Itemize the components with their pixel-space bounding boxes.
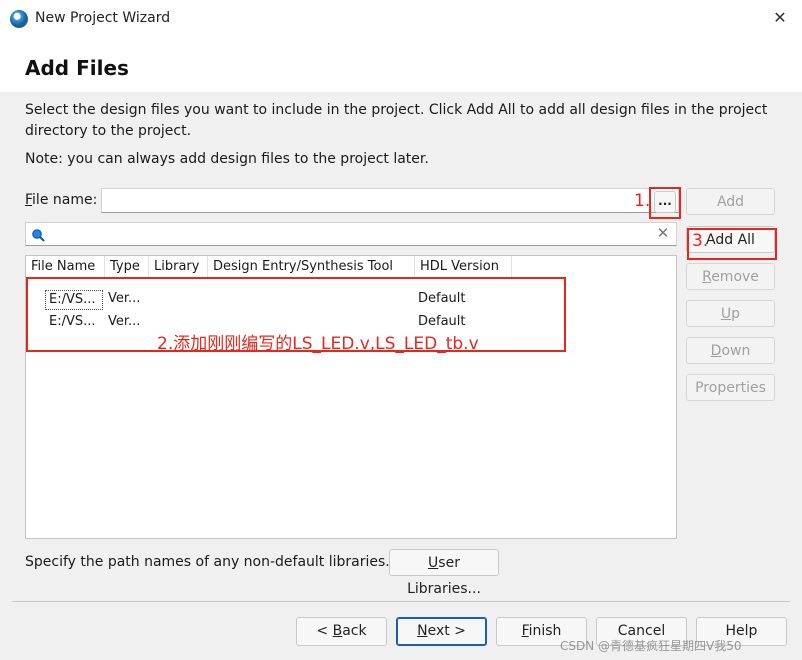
file-name-label: File name: [25, 192, 97, 208]
file-name-label-rest: ile name: [32, 192, 98, 208]
annotation-step-2: 2.添加刚刚编写的LS_LED.v,LS_LED_tb.v [157, 334, 479, 354]
next-label: ext > [427, 623, 466, 639]
remove-mnemonic: R [702, 269, 712, 285]
footer-separator [12, 601, 790, 602]
user-libraries-label: ser Libraries... [407, 555, 481, 597]
properties-button[interactable]: Properties [686, 374, 775, 401]
column-header-design-entry-tool[interactable]: Design Entry/Synthesis Tool [208, 256, 415, 278]
annotation-box-browse [649, 187, 681, 219]
search-icon [31, 227, 45, 242]
back-label: ack [342, 623, 367, 639]
remove-label: emove [711, 269, 759, 285]
up-label: p [731, 306, 741, 322]
column-header-library[interactable]: Library [149, 256, 208, 278]
close-icon[interactable]: ✕ [770, 8, 790, 28]
user-libraries-mnemonic: U [428, 555, 439, 571]
page-title: Add Files [25, 56, 129, 80]
up-button[interactable]: Up [686, 300, 775, 327]
libraries-text: Specify the path names of any non-defaul… [25, 554, 390, 570]
add-button[interactable]: Add [686, 188, 775, 215]
app-icon [10, 10, 28, 28]
down-label: own [721, 343, 751, 359]
finish-label: inish [528, 623, 562, 639]
next-button[interactable]: Next > [396, 617, 487, 646]
back-prefix: < [316, 623, 333, 639]
user-libraries-button[interactable]: User Libraries... [389, 549, 499, 597]
description-note: Note: you can always add design files to… [25, 151, 429, 167]
next-mnemonic: N [417, 623, 428, 639]
annotation-step-1: 1. [634, 191, 651, 211]
clear-search-icon[interactable]: ✕ [654, 224, 672, 242]
annotation-step-3: 3. [692, 231, 709, 251]
up-mnemonic: U [720, 306, 732, 322]
down-mnemonic: D [710, 343, 722, 359]
down-button[interactable]: Down [686, 337, 775, 364]
column-header-type[interactable]: Type [105, 256, 149, 278]
description-line-1: Select the design files you want to incl… [25, 102, 768, 118]
watermark: CSDN @青德基疯狂星期四V我50 [560, 639, 742, 653]
finish-mnemonic: F [521, 623, 529, 639]
back-mnemonic: B [332, 623, 343, 639]
file-name-label-mnemonic: F [25, 192, 33, 208]
search-input[interactable] [25, 222, 677, 246]
column-header-file-name[interactable]: File Name [26, 256, 105, 278]
window-title: New Project Wizard [35, 10, 171, 26]
remove-button[interactable]: Remove [686, 263, 775, 290]
description-line-2: directory to the project. [25, 123, 192, 139]
back-button[interactable]: < Back [296, 617, 387, 646]
column-header-hdl-version[interactable]: HDL Version [415, 256, 512, 278]
file-name-input[interactable] [101, 188, 679, 213]
